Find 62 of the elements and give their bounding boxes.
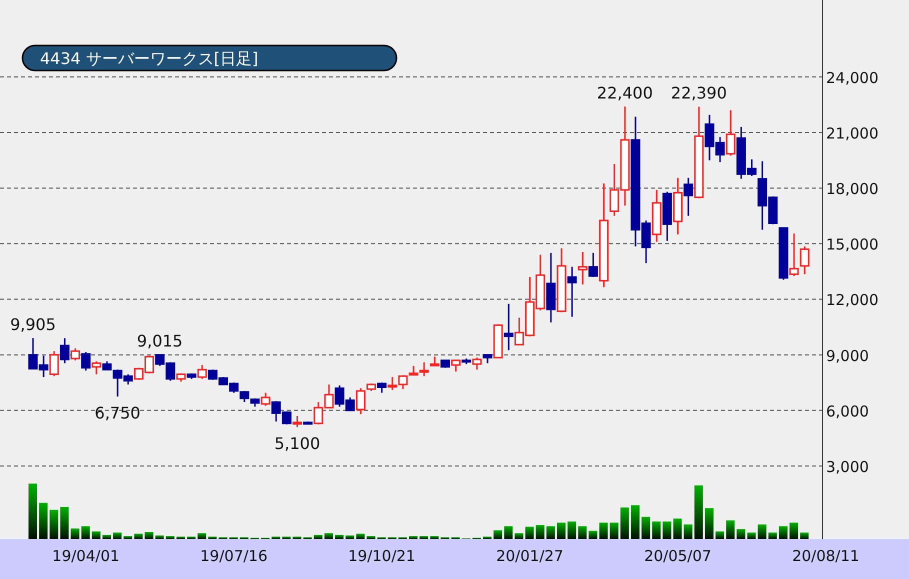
falling-candle: [218, 377, 228, 386]
falling-candle: [482, 354, 492, 364]
rising-candle: [260, 392, 270, 406]
axis-label: 9,000: [826, 346, 869, 365]
rising-candle: [388, 377, 398, 390]
falling-candle: [303, 422, 313, 425]
price-label: 22,400: [596, 84, 653, 103]
rising-candle: [49, 351, 59, 376]
rising-candle: [176, 373, 186, 382]
rising-candle: [726, 110, 736, 156]
price-label: 9,015: [136, 332, 183, 351]
axis-label: 19/04/01: [52, 547, 120, 565]
falling-candle: [440, 360, 450, 368]
rising-candle: [292, 416, 302, 428]
rising-candle: [673, 178, 683, 234]
axis-label: 20/01/27: [496, 547, 564, 565]
price-label: 5,100: [274, 434, 320, 454]
axis-label: 18,000: [826, 180, 878, 198]
axis-label: 3,000: [826, 458, 869, 476]
falling-candle: [662, 192, 672, 241]
rising-candle: [493, 324, 503, 358]
rising-candle: [398, 375, 408, 390]
rising-candle: [408, 366, 418, 376]
falling-candle: [567, 266, 577, 317]
axis-label: 21,000: [826, 124, 878, 142]
rising-candle: [197, 365, 207, 379]
falling-candle: [684, 178, 694, 216]
axis-label: 19/10/21: [348, 547, 416, 565]
falling-candle: [240, 390, 250, 402]
price-label: 9,905: [10, 315, 56, 334]
falling-candle: [229, 382, 239, 393]
axis-label: 6,000: [826, 402, 869, 420]
axis-label: 19/07/16: [200, 547, 268, 565]
rising-candle: [451, 360, 461, 372]
falling-candle: [208, 370, 218, 380]
price-label: 6,750: [94, 404, 140, 423]
falling-candle: [81, 352, 91, 371]
falling-candle: [377, 382, 387, 393]
falling-candle: [778, 227, 788, 280]
rising-candle: [324, 384, 334, 408]
falling-candle: [546, 252, 556, 322]
rising-candle: [472, 358, 482, 370]
falling-candle: [588, 252, 598, 277]
falling-candle: [186, 373, 196, 379]
falling-candle: [462, 358, 472, 364]
axis-label: 24,000: [826, 68, 878, 87]
rising-candle: [578, 252, 588, 284]
rising-candle: [556, 248, 566, 312]
axis-label: 12,000: [826, 291, 878, 310]
falling-candle: [60, 338, 70, 364]
rising-candle: [536, 254, 546, 310]
rising-candle: [70, 348, 80, 360]
rising-candle: [314, 402, 324, 424]
axis-label: 20/08/11: [792, 547, 860, 565]
falling-candle: [250, 398, 260, 407]
axis-label: 15,000: [826, 236, 878, 254]
rising-candle: [652, 190, 662, 242]
rising-candle: [92, 361, 102, 374]
chart-title: 4434 サーバーワークス[日足]: [22, 44, 398, 72]
falling-candle: [504, 304, 514, 350]
price-label: 22,390: [670, 84, 727, 103]
axis-label: 20/05/07: [644, 547, 712, 565]
